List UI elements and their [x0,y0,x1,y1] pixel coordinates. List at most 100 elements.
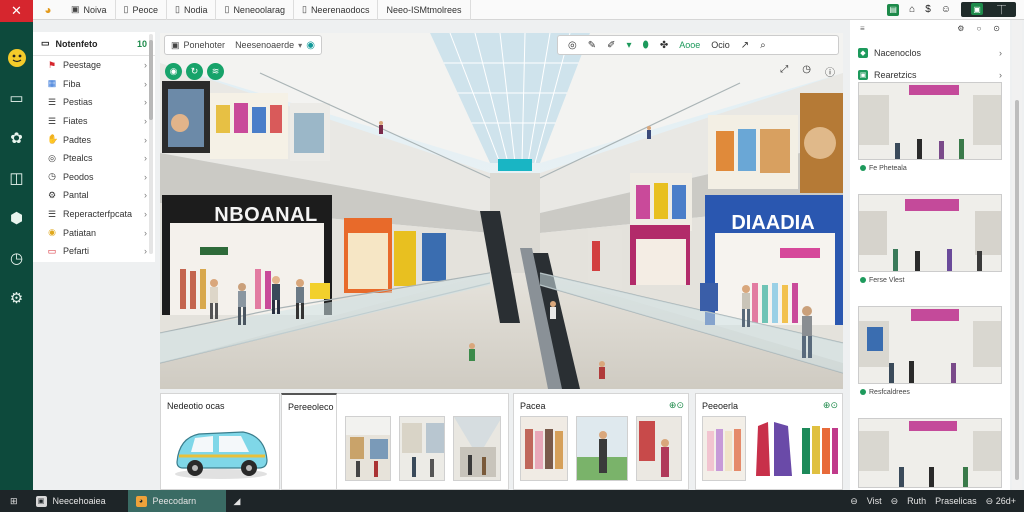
thumbnail-image[interactable] [702,416,746,481]
sidebar-item[interactable]: ◷ Peodos › [33,168,155,187]
circle-icon[interactable]: ○ [976,24,981,33]
result-card[interactable]: Fe Pheteala [858,82,1002,174]
sidebar-item[interactable]: ⚑ Peestage › [33,56,155,75]
triangle-down-icon[interactable]: ▾ [627,40,632,51]
search-value[interactable]: Neesenoaerde [235,40,294,50]
thumbnail-image[interactable] [345,416,391,481]
thumbnail-image[interactable] [636,416,682,481]
tab-nodia[interactable]: ▯ Nodia [167,0,217,20]
smiley-icon[interactable]: ☺ [941,4,951,15]
sidebar-item[interactable]: ☰ Reperacterfpcata › [33,205,155,224]
target-icon[interactable]: ◎ [568,40,577,51]
dollar-icon[interactable]: $ [925,4,931,15]
tab-peoce[interactable]: ▯ Peoce [116,0,168,20]
chevron-right-icon: › [144,78,147,89]
thumbnail-image[interactable] [399,416,445,481]
result-card[interactable] [858,418,1002,488]
sidebar-item[interactable]: ▭ Pefarti › [33,242,155,261]
tab-neerenaodocs[interactable]: ▯ Neerenaodocs [294,0,379,20]
tab-neneoolarag[interactable]: ▯ Neneoolarag [216,0,294,20]
sidebar-item[interactable]: ☰ Pestias › [33,93,155,112]
right-scrollbar[interactable] [1012,20,1022,490]
panel-icon: ▯ [224,4,230,14]
thumbnail-image[interactable] [576,416,628,481]
tab-neeo-ismtmolrees[interactable]: Neeo-ISMtmolrees [378,0,471,20]
card-fashion-store[interactable]: Pacea ⊕⊙ [513,393,689,490]
scrollbar[interactable] [149,34,153,254]
taskbar-item-0[interactable]: ▣ Neecehoaiea [28,490,128,512]
thumbnail-image[interactable] [752,416,796,481]
expand-icon[interactable]: ⤢ [780,64,788,79]
gear-icon[interactable]: ⚙ [957,24,964,33]
result-card[interactable]: Ferse Vlest [858,194,1002,286]
app-icon: ◕ [135,495,147,507]
card-mall-gallery-2[interactable] [337,393,509,490]
app-badge-icon[interactable]: ▣ [970,3,983,15]
monitor-icon[interactable]: ▭ [0,78,33,118]
panel-header: ▭ Notenfeto 10 [33,32,155,56]
system-tray: ⊖ Vist ⊖ Ruth Praselicas ⊖ 26d+ [850,496,1024,507]
drop-icon[interactable]: ⬮ [643,40,649,51]
refresh-icon[interactable]: ↻ [186,63,203,80]
tray-item[interactable]: Vist [867,496,882,506]
cursor-icon[interactable]: ↗ [741,40,749,51]
card-badge[interactable]: ⊕⊙ [669,400,684,411]
thumbnail-image[interactable] [453,416,501,481]
clock-icon[interactable]: ◷ [0,238,33,278]
tray-item[interactable]: ⊖ 26d+ [986,496,1016,507]
message-icon[interactable]: ◫ [0,158,33,198]
scroll-thumb[interactable] [149,40,153,120]
sidebar-item[interactable]: ▦ Fiba › [33,75,155,94]
result-image [858,306,1002,384]
magnifier-icon[interactable]: ⌕ [760,40,766,51]
pen-icon[interactable]: ✎ [588,40,596,51]
tray-item[interactable]: ⊖ [891,496,899,507]
shield-icon[interactable]: ⬢ [0,198,33,238]
card-mall-gallery[interactable]: Pereeoleco [281,393,337,490]
sidebar-item[interactable]: ✋ Padtes › [33,130,155,149]
card-badge[interactable]: ⊕⊙ [823,400,838,411]
sheet-icon[interactable]: ▤ [887,3,900,16]
chevron-down-icon[interactable]: ▾ [298,41,302,50]
go-icon[interactable]: ◉ [306,40,315,51]
settings-icon[interactable]: ⚙ [0,278,33,318]
thumbnail-image[interactable] [800,416,840,481]
chevron-right-icon: › [144,60,147,71]
tray-item[interactable]: Praselicas [935,496,977,506]
taskbar-item-1[interactable]: ◕ Peecodarn [127,490,226,512]
sidebar-item[interactable]: ◎ Ptealcs › [33,149,155,168]
tray-item[interactable]: ⊖ [850,496,858,507]
pencil-icon[interactable]: ✐ [607,40,615,51]
thumbnail-image[interactable] [520,416,568,481]
scroll-thumb[interactable] [1015,100,1019,480]
right-item-label: Nacenoclos [874,48,922,58]
lock-icon[interactable]: ⌂ [909,4,915,15]
start-button[interactable]: ⊞ [0,490,28,512]
card-apparel[interactable]: Peeoerla ⊕⊙ [695,393,843,490]
gift-icon[interactable]: ✿ [0,118,33,158]
sidebar-item[interactable]: ⚙ Pantal › [33,186,155,205]
pin-icon[interactable]: ⏉ [997,3,1006,16]
layers-icon[interactable]: ≋ [207,63,224,80]
right-item-0[interactable]: ◆ Nacenoclos › [850,42,1010,64]
zoom-value[interactable]: Ocio [711,40,730,50]
sidebar-item[interactable]: ☰ Fiates › [33,112,155,131]
clock-icon[interactable]: ◷ [802,64,811,79]
sidebar-item[interactable]: ◉ Patiatan › [33,223,155,242]
view-toolbar: ◎ ✎ ✐ ▾ ⬮ ✤ Aooe Ocio ↗ ⌕ [557,35,839,55]
tab-noiva[interactable]: ▣ Noiva [63,0,116,20]
taskbar-pin[interactable]: ◢ [226,490,249,512]
card-vehicle[interactable]: Nedeotio ocas [160,393,280,490]
app-icon: ▣ [35,495,47,507]
menu-icon[interactable]: ≡ [860,24,865,33]
location-search[interactable]: ▣ Ponehoter Neesenoaerde ▾ ◉ [164,35,322,55]
tray-item[interactable]: Ruth [907,496,926,506]
avatar-icon[interactable] [0,38,33,78]
app-logo-icon[interactable]: ◕ [33,3,63,17]
grid-icon[interactable]: ✤ [660,40,668,51]
info-icon[interactable]: ⓘ [825,64,835,79]
close-icon[interactable]: ✕ [0,0,33,22]
result-card[interactable]: Resfcaldrees [858,306,1002,398]
more-icon[interactable]: ⊙ [993,24,1000,33]
eye-icon[interactable]: ◉ [165,63,182,80]
